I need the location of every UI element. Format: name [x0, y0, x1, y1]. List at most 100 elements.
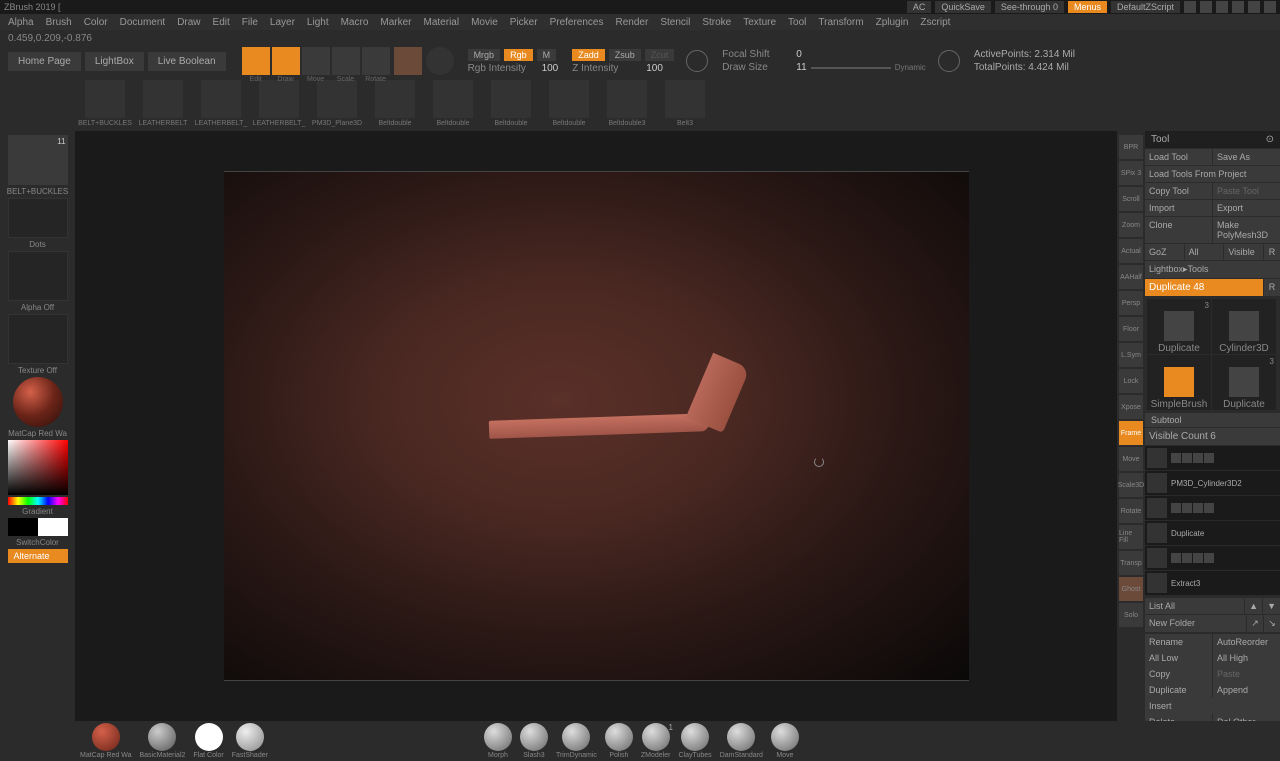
aahalf-button[interactable]: AAHalf [1119, 265, 1143, 289]
menu-material[interactable]: Material [424, 17, 460, 28]
goz-all-button[interactable]: All [1185, 244, 1224, 260]
menu-light[interactable]: Light [307, 17, 329, 28]
rotate-mode-button[interactable]: Rotate [362, 47, 390, 75]
brush-move[interactable]: Move [771, 723, 799, 759]
color-swatches[interactable] [8, 518, 68, 536]
scroll-button[interactable]: Scroll [1119, 187, 1143, 211]
brush-claytubes[interactable]: ClayTubes [678, 723, 711, 759]
script-button[interactable]: DefaultZScript [1111, 1, 1180, 13]
load-tool-button[interactable]: Load Tool [1145, 149, 1212, 165]
home-button[interactable]: Home Page [8, 52, 81, 71]
move-button[interactable]: Move [1119, 447, 1143, 471]
focal-value[interactable]: 0 [796, 49, 802, 60]
material-matcapredwa[interactable]: MatCap Red Wa [80, 723, 131, 759]
tool-thumb-simplebrush[interactable]: SimpleBrush [1147, 355, 1211, 410]
duplicate-button[interactable]: Duplicate [1145, 682, 1212, 698]
sphere-dark-icon[interactable] [426, 47, 454, 75]
brush-thumb[interactable]: LEATHERBELT_ [254, 80, 304, 127]
arrow-up-icon[interactable]: ↗ [1247, 615, 1263, 632]
maximize-icon[interactable] [1248, 1, 1260, 13]
scale3d-button[interactable]: Scale3D [1119, 473, 1143, 497]
move-mode-button[interactable]: Move [302, 47, 330, 75]
window-icon-2[interactable] [1200, 1, 1212, 13]
new-folder-button[interactable]: New Folder [1145, 615, 1246, 632]
brush-damstandard[interactable]: DamStandard [720, 723, 763, 759]
sphere-icon[interactable] [394, 47, 422, 75]
actual-button[interactable]: Actual [1119, 239, 1143, 263]
menu-transform[interactable]: Transform [818, 17, 863, 28]
rgb-intensity-value[interactable]: 100 [542, 63, 559, 74]
subtool-item[interactable] [1145, 446, 1280, 471]
copy-tool-button[interactable]: Copy Tool [1145, 183, 1212, 199]
material-basicmaterial2[interactable]: BasicMaterial2 [139, 723, 185, 759]
lightbox-tools-button[interactable]: Lightbox▸Tools [1145, 261, 1280, 278]
alpha-selector[interactable] [8, 251, 68, 301]
down-icon[interactable]: ▼ [1263, 598, 1280, 614]
dynamic-label[interactable]: Dynamic [895, 63, 926, 72]
menu-document[interactable]: Document [120, 17, 166, 28]
subtool-item[interactable] [1145, 546, 1280, 571]
spix3-button[interactable]: SPix 3 [1119, 161, 1143, 185]
all-low-button[interactable]: All Low [1145, 650, 1212, 666]
draw-size-value[interactable]: 11 [796, 62, 806, 73]
brush-thumb[interactable]: Beltdouble [370, 80, 420, 127]
menu-render[interactable]: Render [616, 17, 649, 28]
export-button[interactable]: Export [1213, 200, 1280, 216]
menu-color[interactable]: Color [84, 17, 108, 28]
goz-button[interactable]: GoZ [1145, 244, 1184, 260]
arrow-down-icon[interactable]: ↘ [1264, 615, 1280, 632]
append-button[interactable]: Append [1213, 682, 1280, 698]
tool-panel-header[interactable]: Tool⊙ [1145, 131, 1280, 148]
import-button[interactable]: Import [1145, 200, 1212, 216]
menus-button[interactable]: Menus [1068, 1, 1107, 13]
persp-button[interactable]: Persp [1119, 291, 1143, 315]
zsub-button[interactable]: Zsub [609, 49, 641, 61]
paste-button[interactable]: Paste [1213, 666, 1280, 682]
ghost-button[interactable]: Ghost [1119, 577, 1143, 601]
brush-thumb[interactable]: Beltdouble [544, 80, 594, 127]
material-flatcolor[interactable]: Flat Color [193, 723, 223, 759]
menu-marker[interactable]: Marker [380, 17, 411, 28]
menu-edit[interactable]: Edit [213, 17, 230, 28]
xpose-button[interactable]: Xpose [1119, 395, 1143, 419]
alternate-button[interactable]: Alternate [8, 549, 68, 563]
visible-count[interactable]: Visible Count 6 [1145, 428, 1280, 445]
menu-tool[interactable]: Tool [788, 17, 806, 28]
panel-close-icon[interactable]: ⊙ [1266, 134, 1274, 145]
goz-visible-button[interactable]: Visible [1224, 244, 1263, 260]
menu-macro[interactable]: Macro [341, 17, 369, 28]
tool-thumb-duplicate[interactable]: 3Duplicate [1147, 299, 1211, 354]
menu-preferences[interactable]: Preferences [550, 17, 604, 28]
brush-slash3[interactable]: Slash3 [520, 723, 548, 759]
draw-size-slider[interactable] [811, 67, 891, 69]
zadd-button[interactable]: Zadd [572, 49, 605, 61]
liveboolean-button[interactable]: Live Boolean [148, 52, 226, 71]
brush-selector[interactable]: 11 [8, 135, 68, 185]
tool-thumb-cylinder3d[interactable]: Cylinder3D [1212, 299, 1276, 354]
close-icon[interactable] [1264, 1, 1276, 13]
save-as-button[interactable]: Save As [1213, 149, 1280, 165]
draw-mode-button[interactable]: Draw [272, 47, 300, 75]
lock-button[interactable]: Lock [1119, 369, 1143, 393]
m-button[interactable]: M [537, 49, 557, 61]
brush-thumb[interactable]: Belt3 [660, 80, 710, 127]
r-button[interactable]: R [1264, 279, 1280, 296]
zoom-button[interactable]: Zoom [1119, 213, 1143, 237]
hue-slider[interactable] [8, 497, 68, 505]
stroke-selector[interactable] [8, 198, 68, 238]
menu-zscript[interactable]: Zscript [920, 17, 950, 28]
brush-polish[interactable]: Polish [605, 723, 633, 759]
up-icon[interactable]: ▲ [1245, 598, 1262, 614]
quicksave-button[interactable]: QuickSave [935, 1, 991, 13]
menu-stroke[interactable]: Stroke [702, 17, 731, 28]
lsym-button[interactable]: L.Sym [1119, 343, 1143, 367]
menu-file[interactable]: File [242, 17, 258, 28]
edit-mode-button[interactable]: Edit [242, 47, 270, 75]
rgb-button[interactable]: Rgb [504, 49, 533, 61]
canvas[interactable] [75, 131, 1117, 721]
color-picker[interactable] [8, 440, 68, 495]
brush-thumb[interactable]: PM3D_Plane3D [312, 80, 362, 127]
zcut-button[interactable]: Zcut [645, 49, 675, 61]
brush-thumb[interactable]: BELT+BUCKLES [80, 80, 130, 127]
frame-button[interactable]: Frame [1119, 421, 1143, 445]
